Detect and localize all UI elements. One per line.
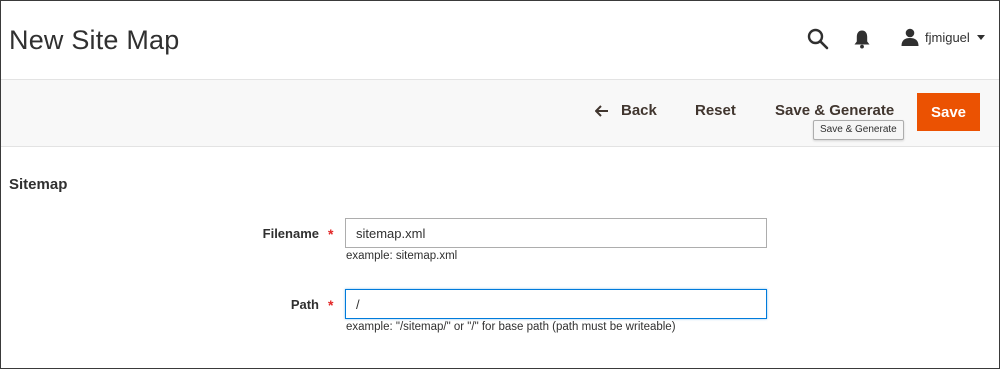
required-mark: * [328, 226, 334, 242]
page-header: New Site Map fjmiguel [1, 1, 999, 79]
save-and-generate-tooltip: Save & Generate [813, 120, 904, 140]
reset-button[interactable]: Reset [695, 102, 736, 119]
back-button[interactable]: Back [595, 102, 657, 119]
save-and-generate-button[interactable]: Save & Generate [775, 102, 894, 119]
path-field[interactable] [345, 289, 767, 319]
admin-page: New Site Map fjmiguel Back Reset Save & … [0, 0, 1000, 369]
user-icon [901, 28, 919, 46]
search-icon[interactable] [807, 28, 829, 50]
chevron-down-icon [976, 34, 985, 40]
filename-note: example: sitemap.xml [346, 250, 458, 262]
page-title: New Site Map [9, 25, 180, 55]
filename-field[interactable] [345, 218, 767, 248]
bell-icon[interactable] [853, 29, 871, 49]
user-menu[interactable]: fjmiguel [901, 25, 985, 49]
path-note: example: "/sitemap/" or "/" for base pat… [346, 321, 676, 333]
save-button[interactable]: Save [917, 93, 980, 131]
filename-label: Filename [262, 226, 319, 241]
back-label: Back [621, 102, 657, 119]
path-label: Path [290, 297, 319, 312]
section-title: Sitemap [9, 176, 68, 193]
user-name: fjmiguel [925, 29, 970, 45]
required-mark: * [328, 297, 334, 313]
arrow-left-icon [595, 104, 608, 117]
